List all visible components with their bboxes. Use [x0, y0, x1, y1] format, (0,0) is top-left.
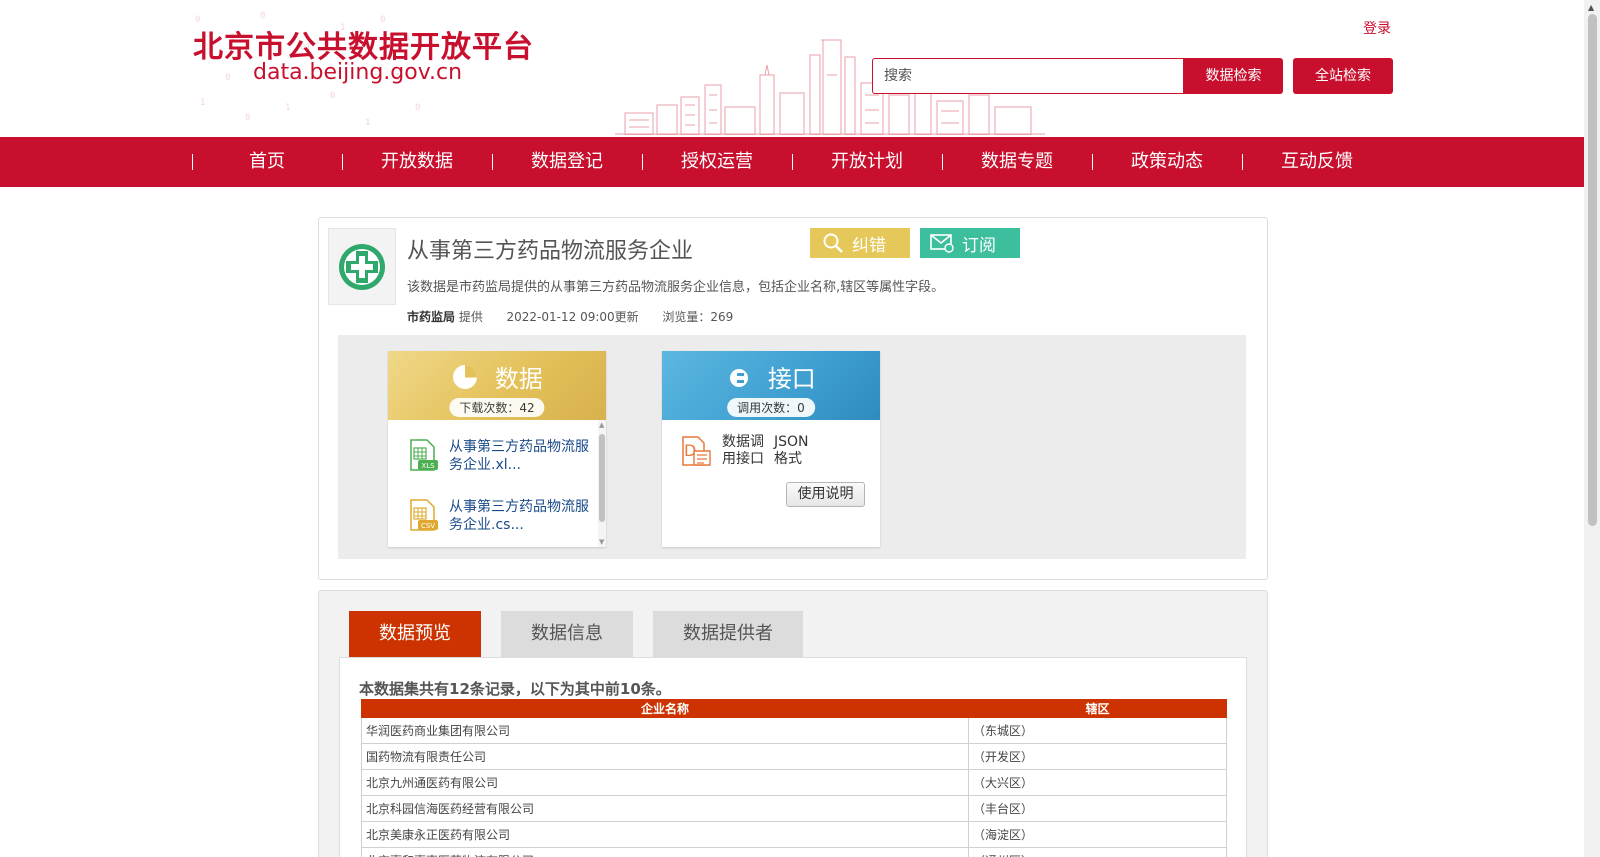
nav-item-data-topics[interactable]: 数据专题 [942, 137, 1092, 187]
api-format-label: JSON格式 [774, 434, 809, 467]
magnifier-icon [823, 233, 843, 253]
svg-text:1: 1 [200, 98, 205, 108]
mail-icon [930, 234, 954, 253]
dataset-provider-suffix: 提供 [458, 310, 483, 324]
download-count: 下载次数：42 [449, 398, 545, 417]
file-list: XLS 从事第三方药品物流服务企业.xl... CSV 从事第三方药品物流服务企… [388, 420, 598, 547]
company-cell: 北京科园信海医药经营有限公司 [361, 795, 969, 822]
api-item-label: 数据调用接口 [722, 434, 764, 467]
dataset-updated: 2022-01-12 09:00更新 [506, 310, 639, 324]
api-resource-box: 接口 调用次数：0 D 数据调用接口 JSON格式 使用说明 [662, 351, 880, 547]
call-count: 调用次数：0 [727, 398, 815, 417]
api-resource-title: 接口 [767, 365, 816, 393]
nav-item-data-registration[interactable]: 数据登记 [492, 137, 642, 187]
site-url[interactable]: data.beijing.gov.cn [253, 60, 462, 85]
file-link-xls[interactable]: 从事第三方药品物流服务企业.xl... [449, 438, 596, 474]
subscribe-label: 订阅 [962, 235, 996, 256]
tab-data-info[interactable]: 数据信息 [501, 611, 633, 657]
svg-text:0: 0 [260, 11, 265, 21]
nav-item-open-plan[interactable]: 开放计划 [792, 137, 942, 187]
scroll-thumb[interactable] [599, 434, 605, 522]
data-search-button[interactable]: 数据检索 [1184, 58, 1283, 94]
file-item: XLS 从事第三方药品物流服务企业.xl... [406, 438, 596, 474]
data-resource-title: 数据 [494, 365, 543, 393]
company-cell: 北京嘉和嘉事医药物流有限公司 [361, 847, 969, 857]
login-link[interactable]: 登录 [1363, 18, 1391, 38]
svg-text:CSV: CSV [421, 522, 435, 530]
district-cell: （海淀区） [968, 821, 1227, 848]
search-box [872, 58, 1184, 94]
medical-cross-icon [328, 228, 396, 305]
nav-item-feedback[interactable]: 互动反馈 [1242, 137, 1392, 187]
file-link-csv[interactable]: 从事第三方药品物流服务企业.cs... [449, 498, 596, 534]
record-summary: 本数据集共有12条记录，以下为其中前10条。 [359, 680, 671, 698]
page-scroll-thumb[interactable] [1588, 14, 1597, 526]
nav-item-policy-news[interactable]: 政策动态 [1092, 137, 1242, 187]
svg-text:XLS: XLS [421, 462, 435, 470]
preview-card: 数据预览 数据信息 数据提供者 本数据集共有12条记录，以下为其中前10条。 企… [318, 590, 1268, 857]
company-cell: 国药物流有限责任公司 [361, 743, 969, 770]
district-cell: （通州区） [968, 847, 1227, 857]
usage-instructions-button[interactable]: 使用说明 [786, 482, 865, 507]
table-row: 北京嘉和嘉事医药物流有限公司（通州区） [361, 847, 1227, 857]
api-item[interactable]: D 数据调用接口 JSON格式 [680, 434, 818, 468]
xls-file-icon: XLS [410, 439, 438, 471]
table-row: 华润医药商业集团有限公司 （东城区） [361, 717, 1227, 744]
tab-data-provider[interactable]: 数据提供者 [653, 611, 803, 657]
svg-text:1: 1 [285, 103, 290, 113]
company-cell: 北京美康永正医药有限公司 [361, 821, 969, 848]
api-resource-header: 接口 调用次数：0 [662, 351, 880, 420]
subscribe-button[interactable]: 订阅 [920, 228, 1020, 258]
api-plug-icon [730, 369, 749, 387]
table-row: 北京九州通医药有限公司 （大兴区） [361, 769, 1227, 796]
dataset-meta: 市药监局 提供 2022-01-12 09:00更新 浏览量：269 [407, 308, 733, 325]
company-cell: 华润医药商业集团有限公司 [361, 717, 969, 744]
api-document-icon: D [682, 436, 711, 466]
file-list-scrollbar[interactable]: ▲ ▼ [598, 420, 606, 547]
district-cell: （大兴区） [968, 769, 1227, 796]
site-header: 010 01 1 0 110 101 001 北京市公共数据开放平台 data.be… [0, 0, 1584, 137]
preview-table: 企业名称 辖区 华润医药商业集团有限公司 （东城区） 国药物流有限责任公司 （开发区… [361, 699, 1227, 857]
preview-pane: 本数据集共有12条记录，以下为其中前10条。 企业名称 辖区 华润医药商业集团有… [339, 657, 1247, 857]
page-scrollbar[interactable]: ▲ [1584, 0, 1600, 857]
svg-text:0: 0 [415, 103, 420, 113]
csv-file-icon: CSV [410, 499, 438, 531]
company-cell: 北京九州通医药有限公司 [361, 769, 969, 796]
dataset-title: 从事第三方药品物流服务企业 [407, 239, 694, 264]
nav-item-home[interactable]: 首页 [192, 137, 342, 187]
dataset-description: 该数据是市药监局提供的从事第三方药品物流服务企业信息，包括企业名称,辖区等属性字… [407, 280, 945, 295]
table-header-row: 企业名称 辖区 [361, 699, 1227, 718]
dataset-card: 从事第三方药品物流服务企业 纠错 订阅 该数据是市药监局提供的从事第三方药品物流… [318, 217, 1268, 580]
district-cell: （开发区） [968, 743, 1227, 770]
svg-text:0: 0 [330, 91, 335, 101]
nav-item-open-data[interactable]: 开放数据 [342, 137, 492, 187]
search-input[interactable] [873, 59, 1183, 93]
column-header-district: 辖区 [968, 699, 1227, 718]
scroll-up-arrow-icon[interactable]: ▲ [599, 421, 604, 429]
table-row: 北京科园信海医药经营有限公司 （丰台区） [361, 795, 1227, 822]
scroll-up-arrow-icon[interactable]: ▲ [1588, 3, 1594, 12]
dataset-views: 浏览量：269 [662, 310, 734, 324]
data-resource-header: 数据 下载次数：42 [388, 351, 606, 420]
pie-chart-icon [453, 365, 478, 389]
data-resource-box: 数据 下载次数：42 XLS 从事第三方药品物流服务企业.xl... CSV 从… [388, 351, 606, 547]
table-row: 国药物流有限责任公司 （开发区） [361, 743, 1227, 770]
resource-panel: 数据 下载次数：42 XLS 从事第三方药品物流服务企业.xl... CSV 从… [338, 335, 1246, 559]
report-error-label: 纠错 [852, 235, 886, 256]
file-item: CSV 从事第三方药品物流服务企业.cs... [406, 498, 596, 534]
table-row: 北京美康永正医药有限公司 （海淀区） [361, 821, 1227, 848]
dataset-provider: 市药监局 [407, 310, 456, 324]
main-nav: 首页 开放数据 数据登记 授权运营 开放计划 数据专题 政策动态 互动反馈 [0, 137, 1584, 187]
column-header-company: 企业名称 [361, 699, 969, 718]
svg-text:1: 1 [365, 118, 370, 128]
scroll-down-arrow-icon[interactable]: ▼ [599, 538, 604, 546]
site-search-button[interactable]: 全站检索 [1293, 58, 1393, 94]
svg-text:0: 0 [225, 73, 230, 83]
district-cell: （东城区） [968, 717, 1227, 744]
nav-item-authorized-operation[interactable]: 授权运营 [642, 137, 792, 187]
district-cell: （丰台区） [968, 795, 1227, 822]
report-error-button[interactable]: 纠错 [810, 228, 910, 258]
tab-data-preview[interactable]: 数据预览 [349, 611, 481, 657]
svg-text:0: 0 [245, 113, 250, 123]
